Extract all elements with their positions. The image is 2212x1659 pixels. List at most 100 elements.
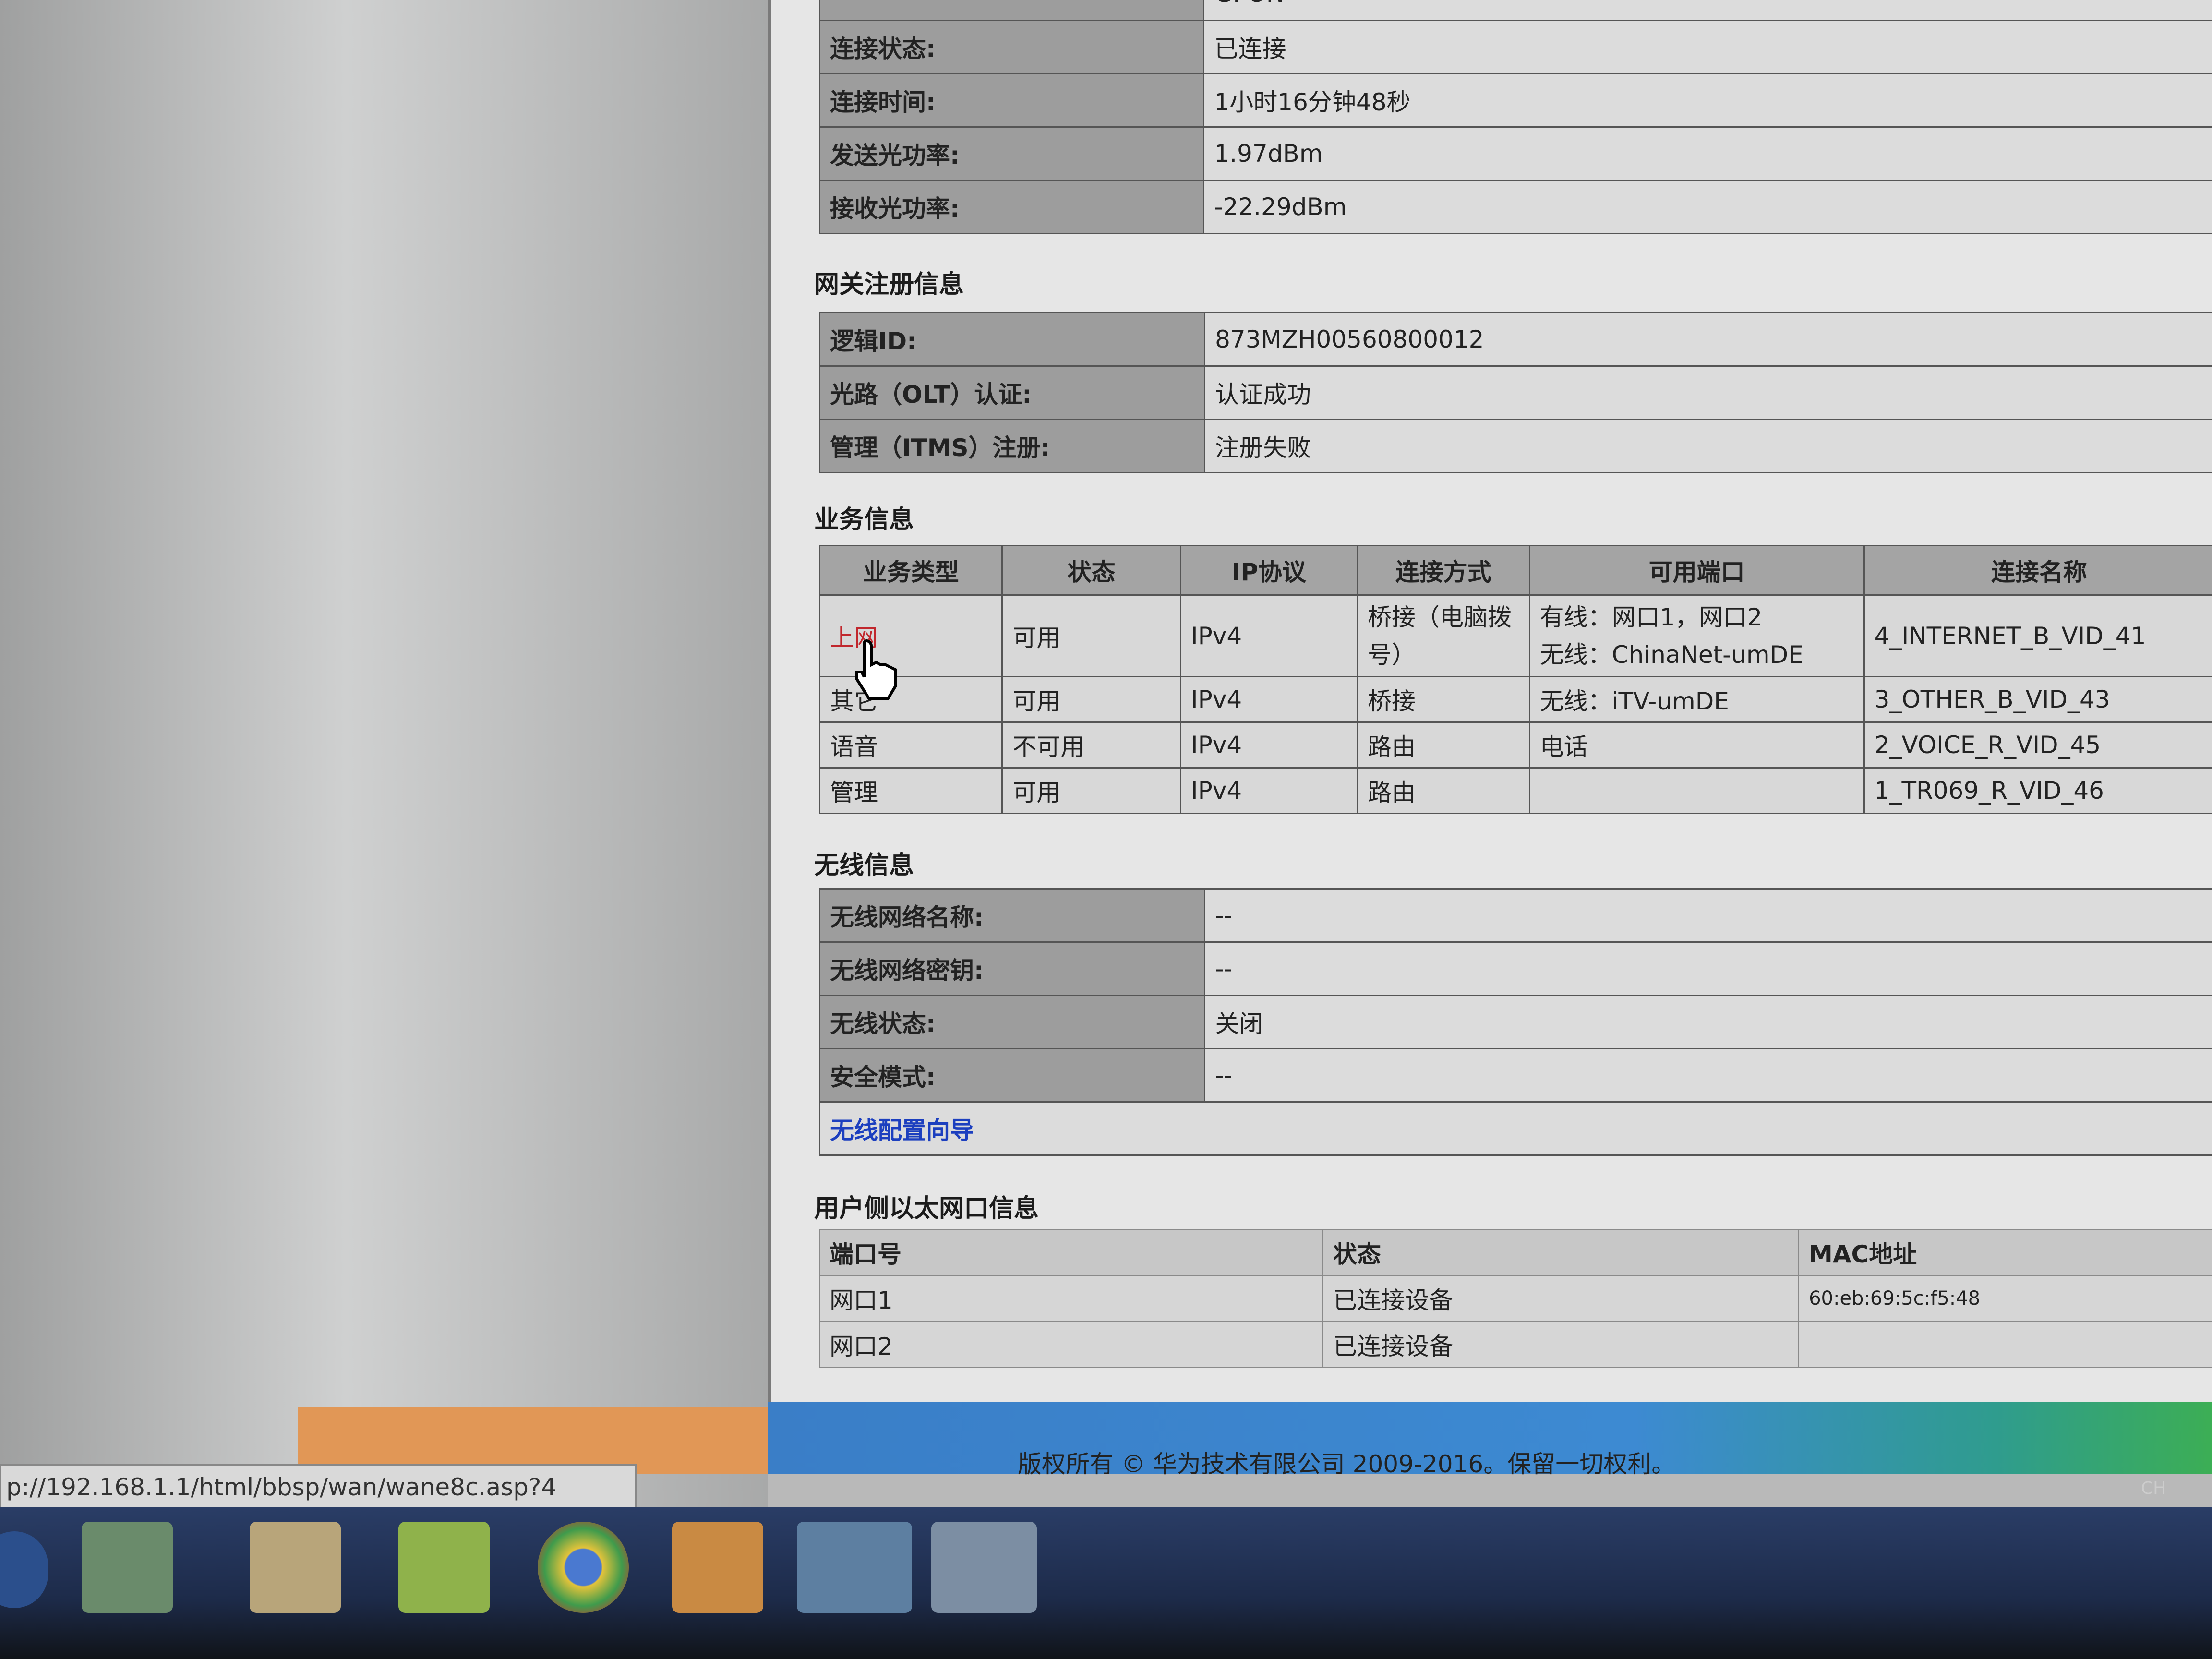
eth-status: 已连接设备 [1322,1321,1800,1368]
tx-power-value: 1.97dBm [1203,126,2212,181]
eth-port: 网口1 [818,1275,1324,1322]
optical-type-value: GPON [1203,0,2212,21]
service-mode: 桥接（电脑拨号） [1357,594,1530,677]
table-row: 管理 可用 IPv4 路由 1_TR069_R_VID_46 [818,767,2212,814]
header-eth-status: 状态 [1322,1229,1800,1276]
service-status: 可用 [1001,594,1181,677]
olt-auth-value: 认证成功 [1204,365,2212,420]
service-type-link[interactable]: 管理 [818,767,1003,814]
eth-mac: 60:eb:69:5c:f5:48 [1798,1275,2212,1322]
footer-orange-bar [298,1407,768,1474]
language-indicator[interactable]: CH [2141,1479,2166,1498]
service-ip: IPv4 [1179,767,1358,814]
ssid-label: 无线网络名称: [818,888,1206,943]
service-status: 可用 [1001,676,1181,723]
table-row: 其它 可用 IPv4 桥接 无线：iTV-umDE 3_OTHER_B_VID_… [818,676,2212,723]
wifi-state-value: 关闭 [1204,995,2212,1049]
header-port: 端口号 [818,1229,1324,1276]
service-status: 可用 [1001,767,1181,814]
content-panel: GPON 连接状态: 已连接 连接时间: 1小时16分钟48秒 发送光功率: 1… [768,0,2212,1407]
wifi-state-label: 无线状态: [818,995,1206,1049]
file-explorer-icon[interactable] [250,1522,341,1613]
service-mode: 路由 [1357,767,1530,814]
service-section-title: 业务信息 [814,505,914,534]
table-row: 网口2 已连接设备 [818,1321,2212,1368]
service-type-link[interactable]: 语音 [818,721,1003,769]
service-ports [1528,767,1865,814]
header-available-ports: 可用端口 [1528,545,1865,596]
service-type-link[interactable]: 其它 [818,676,1003,723]
connection-time-label: 连接时间: [818,73,1205,128]
gateway-section-title: 网关注册信息 [814,270,964,299]
security-mode-value: -- [1204,1048,2212,1103]
eth-status: 已连接设备 [1322,1275,1800,1322]
table-row: 语音 不可用 IPv4 路由 电话 2_VOICE_R_VID_45 [818,721,2212,769]
ethernet-header-row: 端口号 状态 MAC地址 [818,1229,2212,1276]
optical-type-label [818,0,1205,21]
service-header-row: 业务类型 状态 IP协议 连接方式 可用端口 连接名称 [818,545,2212,596]
table-row: 网口1 已连接设备 60:eb:69:5c:f5:48 [818,1275,2212,1322]
service-port-line: 无线：ChinaNet-umDE [1539,640,1803,669]
logic-id-label: 逻辑ID: [818,312,1206,367]
header-ip-protocol: IP协议 [1179,545,1358,596]
status-bar-url: p://192.168.1.1/html/bbsp/wan/wane8c.asp… [0,1464,637,1510]
service-status: 不可用 [1001,721,1181,769]
service-type-link[interactable]: 上网 [818,594,1003,677]
service-conn-name: 2_VOICE_R_VID_45 [1863,721,2212,769]
security-mode-label: 安全模式: [818,1048,1206,1103]
itms-register-value: 注册失败 [1204,419,2212,473]
service-conn-name: 3_OTHER_B_VID_43 [1863,676,2212,723]
rx-power-label: 接收光功率: [818,180,1205,234]
connection-state-label: 连接状态: [818,20,1205,74]
header-service-type: 业务类型 [818,545,1003,596]
service-ports: 电话 [1528,721,1865,769]
wireless-wizard-cell: 无线配置向导 [819,1101,2212,1156]
window-app-2-icon[interactable] [931,1522,1037,1613]
olt-auth-label: 光路（OLT）认证: [818,365,1206,420]
chrome-icon[interactable] [538,1522,629,1613]
wireless-section-title: 无线信息 [814,851,914,880]
ethernet-section-title: 用户侧以太网口信息 [814,1194,1039,1223]
rx-power-value: -22.29dBm [1203,180,2212,234]
table-row: 上网 可用 IPv4 桥接（电脑拨号） 有线：网口1，网口2 无线：ChinaN… [818,594,2212,677]
header-mac: MAC地址 [1798,1229,2212,1276]
service-type-text[interactable]: 管理 [830,779,878,806]
logic-id-value: 873MZH00560800012 [1204,312,2212,367]
header-status: 状态 [1001,545,1181,596]
tx-power-label: 发送光功率: [818,126,1205,181]
media-player-icon[interactable] [672,1522,763,1613]
header-connection-name: 连接名称 [1863,545,2212,596]
ie-browser-icon[interactable] [82,1522,173,1613]
service-conn-name: 1_TR069_R_VID_46 [1863,767,2212,814]
green-app-icon[interactable] [398,1522,490,1613]
gateway-info-table: 逻辑ID: 873MZH00560800012 光路（OLT）认证: 认证成功 … [818,312,2212,473]
eth-port: 网口2 [818,1321,1324,1368]
wireless-wizard-link[interactable]: 无线配置向导 [830,1117,974,1144]
background-left [0,0,768,1512]
service-mode: 桥接 [1357,676,1530,723]
header-connection-mode: 连接方式 [1357,545,1530,596]
wifi-key-value: -- [1204,941,2212,996]
service-table: 业务类型 状态 IP协议 连接方式 可用端口 连接名称 上网 可用 IPv4 桥… [818,545,2212,814]
service-conn-name: 4_INTERNET_B_VID_41 [1863,594,2212,677]
service-mode: 路由 [1357,721,1530,769]
service-ip: IPv4 [1179,676,1358,723]
ssid-value: -- [1204,888,2212,943]
optical-info-table: GPON 连接状态: 已连接 连接时间: 1小时16分钟48秒 发送光功率: 1… [818,0,2212,234]
service-ip: IPv4 [1179,721,1358,769]
itms-register-label: 管理（ITMS）注册: [818,419,1206,473]
connection-state-value: 已连接 [1203,20,2212,74]
service-port-line: 有线：网口1，网口2 [1539,603,1763,631]
connection-time-value: 1小时16分钟48秒 [1203,73,2212,128]
service-ports: 有线：网口1，网口2 无线：ChinaNet-umDE [1528,594,1865,677]
eth-mac [1798,1321,2212,1368]
window-app-1-icon[interactable] [797,1522,912,1613]
copyright-text: 版权所有 © 华为技术有限公司 2009-2016。保留一切权利。 [1018,1450,1676,1478]
wireless-info-table: 无线网络名称: -- 无线网络密钥: -- 无线状态: 关闭 安全模式: -- … [818,888,2212,1156]
wifi-key-label: 无线网络密钥: [818,941,1206,996]
service-type-text[interactable]: 语音 [830,733,878,761]
service-ports: 无线：iTV-umDE [1528,676,1865,723]
ethernet-info-table: 端口号 状态 MAC地址 网口1 已连接设备 60:eb:69:5c:f5:48… [818,1229,2212,1368]
hand-cursor-icon [855,639,897,700]
service-ip: IPv4 [1179,594,1358,677]
